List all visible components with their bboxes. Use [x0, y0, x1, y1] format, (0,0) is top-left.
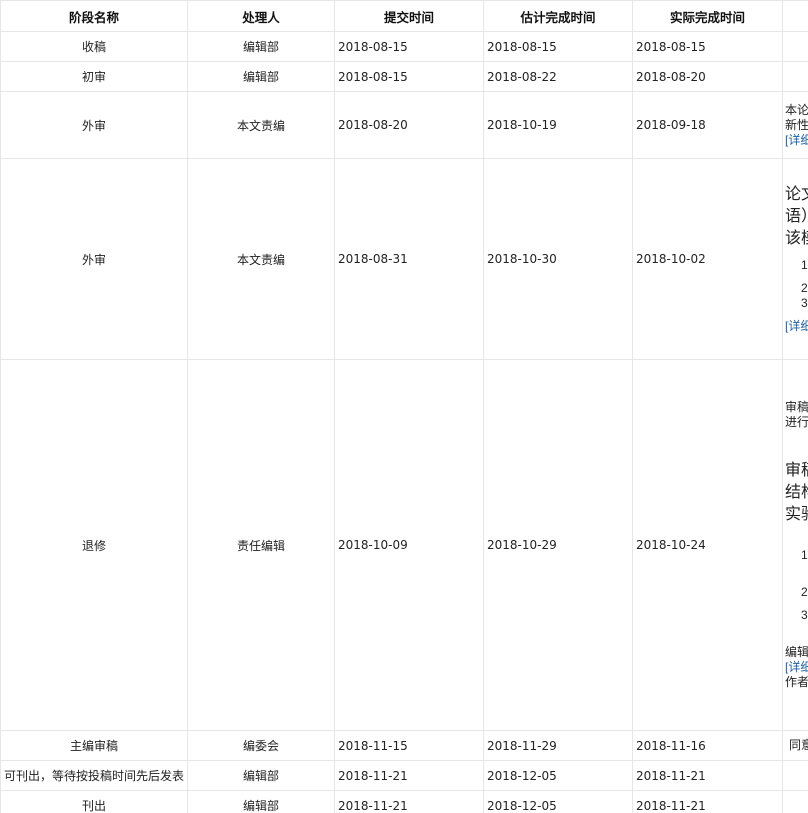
table-row: 退修 责任编辑 2018-10-09 2018-10-29 2018-10-24… — [0, 359, 808, 731]
list-item: 2. — [801, 585, 808, 599]
actual-date-cell: 2018-08-20 — [632, 61, 783, 92]
submit-date-cell: 2018-08-15 — [334, 61, 484, 92]
stage-cell: 外审 — [0, 158, 188, 360]
estimate-date-cell: 2018-10-30 — [483, 158, 633, 360]
list-item: 3. — [801, 608, 808, 622]
actual-date-cell: 2018-09-18 — [632, 91, 783, 159]
table-row: 可刊出，等待按投稿时间先后发表 编辑部 2018-11-21 2018-12-0… — [0, 760, 808, 791]
table-row: 外审 本文责编 2018-08-20 2018-10-19 2018-09-18… — [0, 91, 808, 159]
details-link[interactable]: [详细 — [785, 133, 808, 148]
estimate-date-cell: 2018-11-29 — [483, 730, 633, 761]
table-row: 主编审稿 编委会 2018-11-15 2018-11-29 2018-11-1… — [0, 730, 808, 761]
actual-date-cell: 2018-11-16 — [632, 730, 783, 761]
note-cell — [782, 760, 808, 791]
stage-cell: 收稿 — [0, 31, 188, 62]
revision-comment-text: 作者, — [785, 675, 808, 689]
note-cell — [782, 31, 808, 62]
editor-decision-cell: 同意 — [782, 730, 808, 761]
header-notes — [782, 0, 808, 32]
revision-comment-text: 进行 — [785, 415, 808, 429]
table-header-row: 阶段名称 处理人 提交时间 估计完成时间 实际完成时间 — [0, 0, 808, 32]
header-handler: 处理人 — [187, 0, 335, 32]
stage-cell: 外审 — [0, 91, 188, 159]
submit-date-cell: 2018-11-15 — [334, 730, 484, 761]
submit-date-cell: 2018-11-21 — [334, 760, 484, 791]
revision-comment-text: 审稿 — [785, 400, 808, 414]
submit-date-cell: 2018-08-20 — [334, 91, 484, 159]
estimate-date-cell: 2018-08-22 — [483, 61, 633, 92]
review-comment-list: 1. 2. 3. — [785, 258, 808, 311]
handler-cell: 编辑部 — [187, 31, 335, 62]
header-stage-name: 阶段名称 — [0, 0, 188, 32]
actual-date-cell: 2018-11-21 — [632, 790, 783, 813]
details-link[interactable]: [详细 — [785, 660, 808, 675]
review-progress-table-viewport: 阶段名称 处理人 提交时间 估计完成时间 实际完成时间 收稿 编辑部 2018-… — [0, 0, 808, 813]
actual-date-cell: 2018-10-02 — [632, 158, 783, 360]
revision-comment-text: 编辑 — [785, 645, 808, 659]
review-comment-cell: 论文 语） 该模 1. 2. 3. [详细 — [782, 158, 808, 360]
estimate-date-cell: 2018-12-05 — [483, 790, 633, 813]
actual-date-cell: 2018-10-24 — [632, 359, 783, 731]
review-comment-text: 该模 — [785, 230, 808, 247]
handler-cell: 责任编辑 — [187, 359, 335, 731]
review-comment-cell: 本论 新性 [详细 — [782, 91, 808, 159]
review-comment-text: 语） — [785, 208, 808, 225]
list-item: 3. — [801, 296, 808, 310]
stage-cell: 主编审稿 — [0, 730, 188, 761]
estimate-date-cell: 2018-10-29 — [483, 359, 633, 731]
table-row: 外审 本文责编 2018-08-31 2018-10-30 2018-10-02… — [0, 158, 808, 360]
estimate-date-cell: 2018-08-15 — [483, 31, 633, 62]
submit-date-cell: 2018-10-09 — [334, 359, 484, 731]
header-estimated-completion: 估计完成时间 — [483, 0, 633, 32]
submit-date-cell: 2018-11-21 — [334, 790, 484, 813]
estimate-date-cell: 2018-12-05 — [483, 760, 633, 791]
list-item: 1. — [801, 548, 808, 562]
actual-date-cell: 2018-11-21 — [632, 760, 783, 791]
handler-cell: 编辑部 — [187, 790, 335, 813]
header-submit-time: 提交时间 — [334, 0, 484, 32]
revision-comment-text: 审稿 — [785, 462, 808, 479]
stage-cell: 退修 — [0, 359, 188, 731]
actual-date-cell: 2018-08-15 — [632, 31, 783, 62]
review-comment-text: 新性 — [785, 117, 808, 132]
list-item: 2. — [801, 281, 808, 295]
revision-comment-text: 结构 — [785, 484, 808, 501]
estimate-date-cell: 2018-10-19 — [483, 91, 633, 159]
stage-cell: 可刊出，等待按投稿时间先后发表 — [0, 760, 188, 791]
handler-cell: 编委会 — [187, 730, 335, 761]
handler-cell: 本文责编 — [187, 91, 335, 159]
handler-cell: 本文责编 — [187, 158, 335, 360]
details-link[interactable]: [详细 — [785, 319, 808, 334]
table-row: 刊出 编辑部 2018-11-21 2018-12-05 2018-11-21 — [0, 790, 808, 813]
header-actual-completion: 实际完成时间 — [632, 0, 783, 32]
revision-comment-cell: 审稿 进行 审稿 结构 实验 1. 2. 3. 编辑 [详细 作者, — [782, 359, 808, 731]
stage-cell: 初审 — [0, 61, 188, 92]
handler-cell: 编辑部 — [187, 61, 335, 92]
review-comment-text: 本论 — [785, 102, 808, 117]
note-cell — [782, 61, 808, 92]
table-row: 收稿 编辑部 2018-08-15 2018-08-15 2018-08-15 — [0, 31, 808, 62]
review-progress-table: 阶段名称 处理人 提交时间 估计完成时间 实际完成时间 收稿 编辑部 2018-… — [0, 0, 808, 813]
revision-comment-list: 1. 2. 3. — [785, 548, 808, 623]
review-comment-text: 论文 — [785, 186, 808, 203]
list-item: 1. — [801, 258, 808, 272]
submit-date-cell: 2018-08-31 — [334, 158, 484, 360]
table-row: 初审 编辑部 2018-08-15 2018-08-22 2018-08-20 — [0, 61, 808, 92]
stage-cell: 刊出 — [0, 790, 188, 813]
submit-date-cell: 2018-08-15 — [334, 31, 484, 62]
handler-cell: 编辑部 — [187, 760, 335, 791]
revision-comment-text: 实验 — [785, 506, 808, 523]
note-cell — [782, 790, 808, 813]
